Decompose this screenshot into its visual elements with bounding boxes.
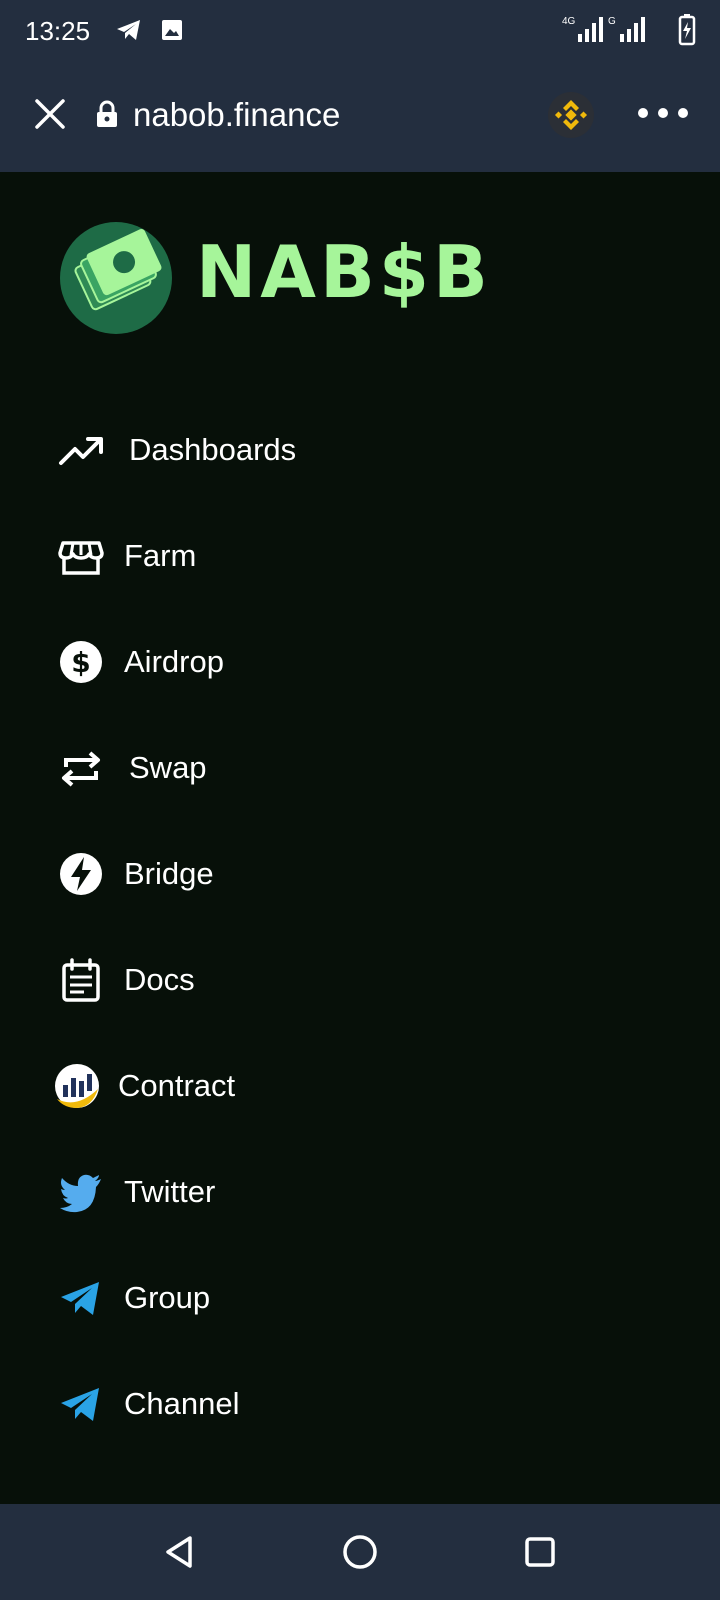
menu-item-channel[interactable]: Channel (0, 1358, 720, 1448)
menu-item-twitter[interactable]: Twitter (0, 1146, 720, 1236)
svg-text:$: $ (71, 646, 90, 679)
menu-item-label: Channel (124, 1386, 240, 1421)
twitter-icon (60, 1174, 101, 1213)
lock-icon (97, 100, 117, 127)
menu-item-docs[interactable]: Docs (0, 934, 720, 1024)
network-type-label: 4G (562, 16, 576, 27)
close-icon[interactable] (34, 98, 66, 130)
battery-charging-icon (678, 14, 696, 46)
menu-item-bridge[interactable]: Bridge (0, 828, 720, 918)
menu-item-label: Farm (124, 538, 197, 573)
recents-icon[interactable] (518, 1530, 562, 1574)
telegram-icon (117, 20, 140, 40)
back-icon[interactable] (158, 1530, 202, 1574)
browser-url-bar: nabob.finance (0, 64, 720, 172)
bscscan-icon (55, 1064, 99, 1108)
menu-item-airdrop[interactable]: $ Airdrop (0, 616, 720, 706)
menu-item-group[interactable]: Group (0, 1252, 720, 1342)
url-text[interactable]: nabob.finance (133, 96, 340, 134)
menu-item-dashboards[interactable]: Dashboards (0, 404, 720, 494)
status-time: 13:25 (25, 16, 91, 46)
home-icon[interactable] (338, 1530, 382, 1574)
more-horizontal-icon[interactable] (636, 106, 690, 120)
menu-item-label: Bridge (124, 856, 214, 891)
image-icon (162, 20, 182, 40)
telegram-icon (61, 1388, 99, 1421)
menu-item-label: Twitter (124, 1174, 216, 1209)
status-bar: 13:25 4G G (0, 0, 720, 64)
menu-item-label: Airdrop (124, 644, 224, 679)
menu-item-label: Swap (129, 750, 207, 785)
side-menu: NAB$B Dashboards Farm $ Airdrop Swap Bri… (0, 172, 720, 1504)
menu-item-swap[interactable]: Swap (0, 722, 720, 812)
menu-item-label: Dashboards (129, 432, 297, 467)
signal-icon: G (608, 16, 645, 42)
network-type-label: G (608, 16, 616, 27)
signal-icon: 4G (562, 16, 603, 42)
trending-up-icon (59, 437, 103, 465)
nabob-logo-icon[interactable] (60, 222, 172, 334)
repeat-icon (62, 751, 100, 787)
document-icon (62, 958, 100, 1002)
menu-item-label: Docs (124, 962, 195, 997)
storefront-icon (58, 541, 104, 575)
telegram-icon (61, 1282, 99, 1315)
system-navigation-bar (0, 1504, 720, 1600)
dollar-circle-icon: $ (60, 641, 102, 683)
menu-item-label: Group (124, 1280, 211, 1315)
menu-item-label: Contract (118, 1068, 236, 1103)
binance-icon[interactable] (548, 92, 594, 138)
nabob-logo-text[interactable]: NAB$B (196, 236, 492, 308)
menu-item-farm[interactable]: Farm (0, 510, 720, 600)
menu-item-contract[interactable]: Contract (0, 1040, 720, 1130)
bolt-circle-icon (60, 853, 102, 895)
